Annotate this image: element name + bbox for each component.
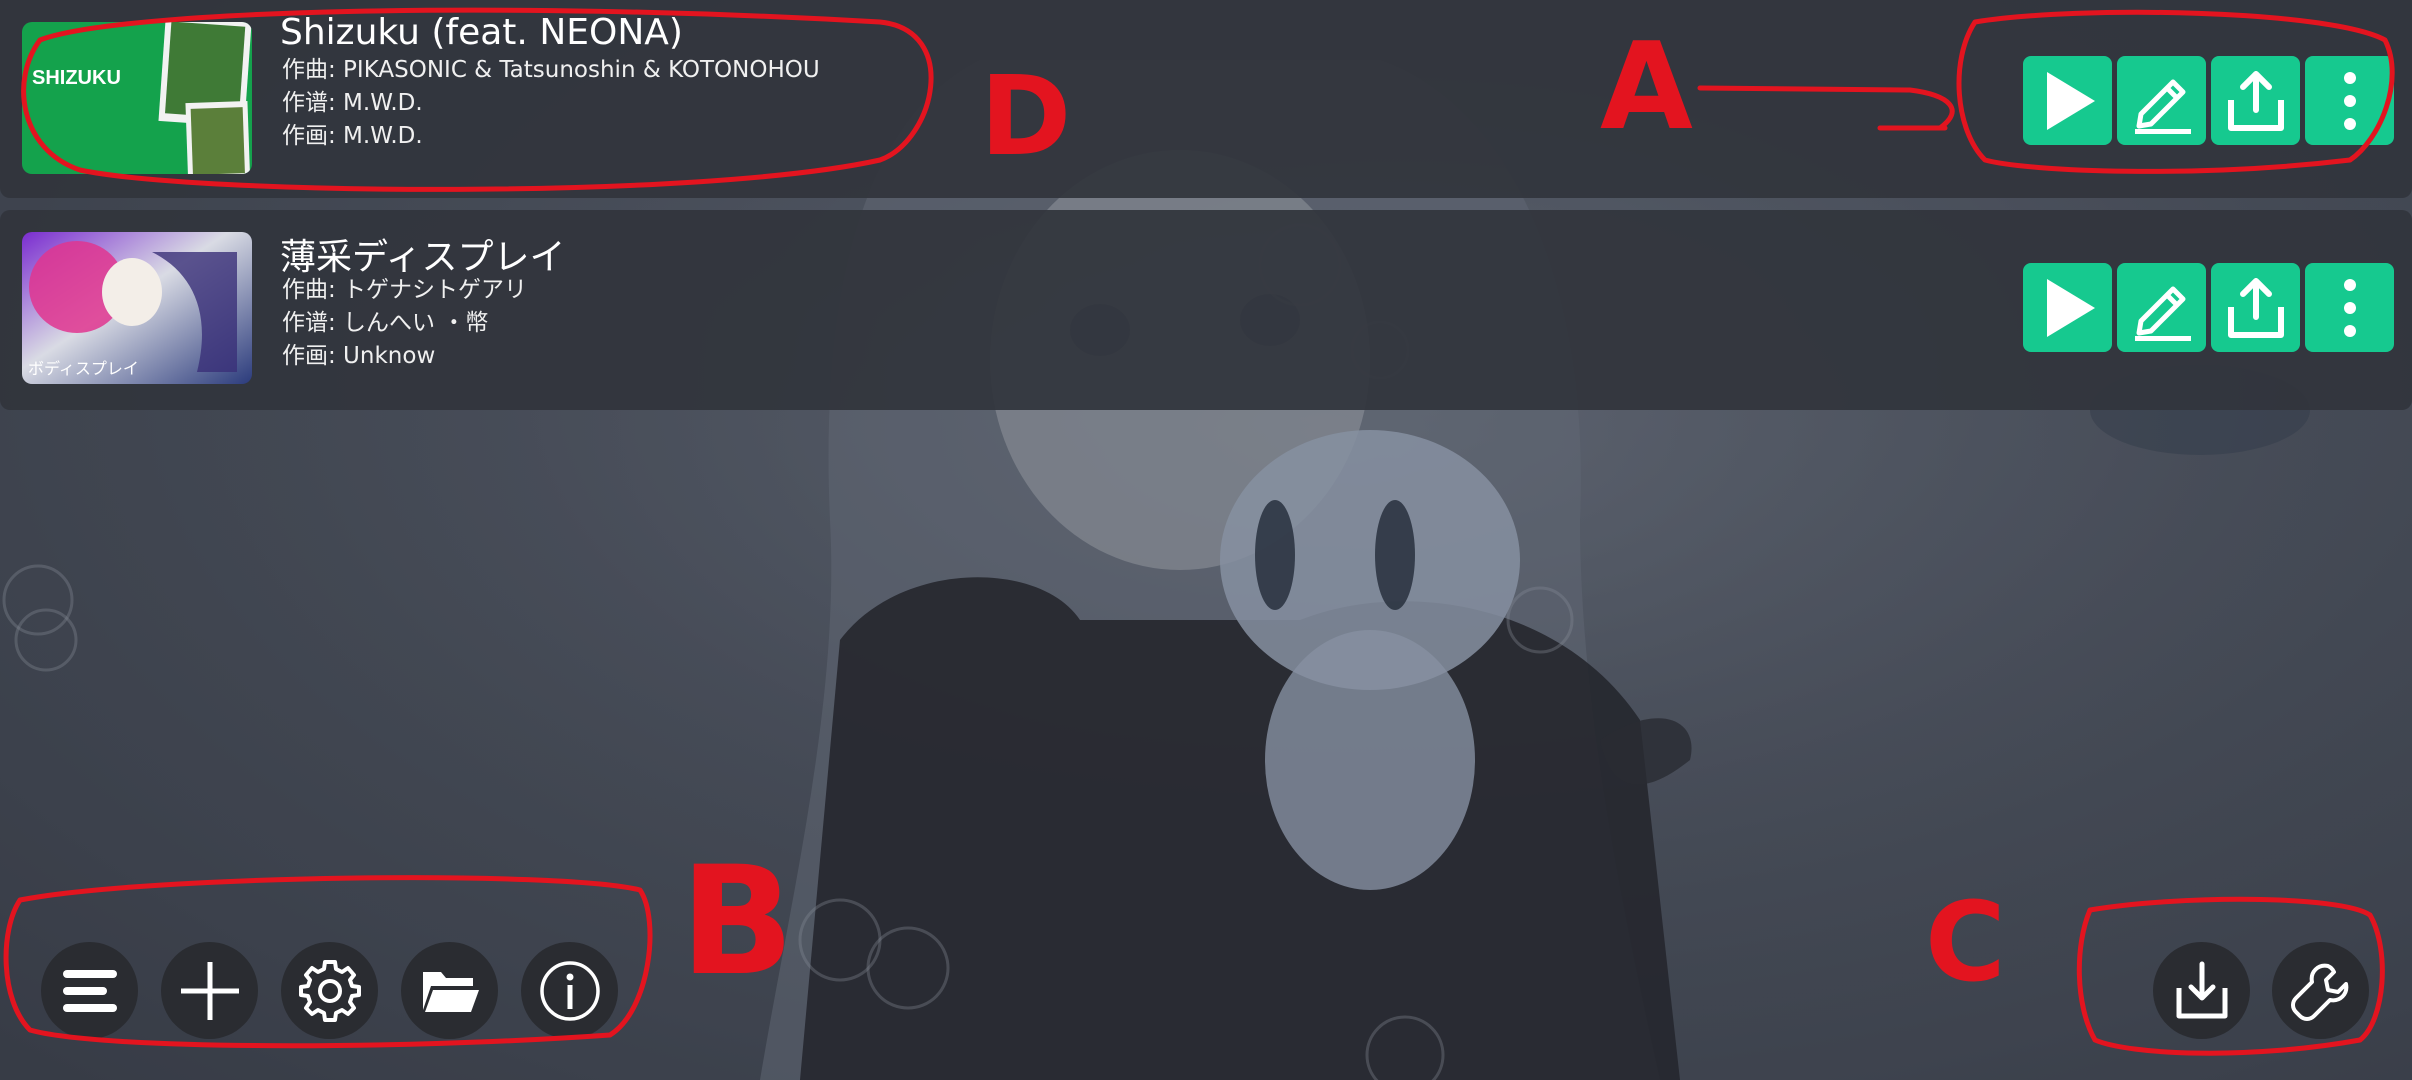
- tools-button[interactable]: [2272, 942, 2369, 1039]
- cover-text: SHIZUKU: [32, 67, 121, 89]
- add-button[interactable]: [161, 942, 258, 1039]
- song-cover-art: ボディスプレイ: [22, 232, 252, 384]
- menu-icon: [62, 969, 117, 1012]
- download-icon: [2176, 961, 2227, 1018]
- share-icon: [2227, 277, 2284, 338]
- edit-button[interactable]: [2117, 263, 2206, 352]
- more-button[interactable]: [2305, 263, 2394, 352]
- play-button[interactable]: [2023, 56, 2112, 145]
- edit-button[interactable]: [2117, 56, 2206, 145]
- song-actions: [2023, 56, 2394, 145]
- share-icon: [2227, 70, 2284, 131]
- song-cover-art: SHIZUKU: [22, 22, 252, 174]
- settings-icon: [298, 959, 361, 1022]
- edit-icon: [2134, 79, 2191, 134]
- song-composer: 作曲: トゲナシトゲアリ: [282, 277, 528, 303]
- add-icon: [180, 961, 239, 1020]
- menu-button[interactable]: [41, 942, 138, 1039]
- more-vertical-icon: [2343, 71, 2356, 130]
- wrench-icon: [2290, 963, 2348, 1021]
- info-icon: [539, 960, 600, 1021]
- song-title: Shizuku (feat. NEONA): [280, 12, 683, 53]
- share-button[interactable]: [2211, 263, 2300, 352]
- folder-icon: [422, 971, 479, 1012]
- import-button[interactable]: [2153, 942, 2250, 1039]
- song-credits: 作曲: トゲナシトゲアリ 作谱: しんへい ・幣 作画: Unknow: [282, 274, 527, 373]
- more-button[interactable]: [2305, 56, 2394, 145]
- play-icon: [2046, 278, 2095, 337]
- play-button[interactable]: [2023, 263, 2112, 352]
- info-button[interactable]: [521, 942, 618, 1039]
- cover-text: ボディスプレイ: [28, 359, 139, 378]
- play-icon: [2046, 71, 2095, 130]
- edit-icon: [2134, 286, 2191, 341]
- song-illustrator: 作画: Unknow: [282, 343, 436, 369]
- song-charter: 作谱: M.W.D.: [282, 90, 423, 116]
- more-vertical-icon: [2343, 278, 2356, 337]
- song-charter: 作谱: しんへい ・幣: [282, 310, 489, 336]
- song-card[interactable]: ボディスプレイ 薄采ディスプレイ 作曲: トゲナシトゲアリ 作谱: しんへい ・…: [0, 210, 2412, 410]
- song-card[interactable]: SHIZUKU Shizuku (feat. NEONA) 作曲: PIKASO…: [0, 0, 2412, 198]
- song-actions: [2023, 263, 2394, 352]
- folder-button[interactable]: [401, 942, 498, 1039]
- song-illustrator: 作画: M.W.D.: [282, 123, 423, 149]
- settings-button[interactable]: [281, 942, 378, 1039]
- song-credits: 作曲: PIKASONIC & Tatsunoshin & KOTONOHOU …: [282, 54, 820, 153]
- song-title: 薄采ディスプレイ: [280, 237, 566, 278]
- song-composer: 作曲: PIKASONIC & Tatsunoshin & KOTONOHOU: [282, 57, 820, 83]
- share-button[interactable]: [2211, 56, 2300, 145]
